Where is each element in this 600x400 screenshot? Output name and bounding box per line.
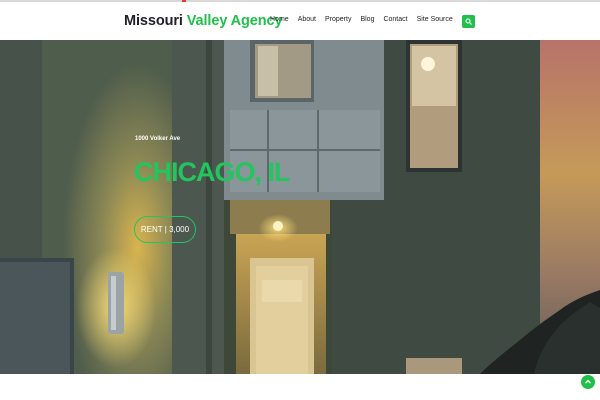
- hero-banner: 1000 Volker Ave CHICAGO, IL RENT | 3,000: [0, 40, 600, 374]
- main-nav: Home About Property Blog Contact Site So…: [270, 16, 462, 23]
- brand-name-part2: Valley Agency: [186, 13, 283, 29]
- search-button[interactable]: [462, 15, 475, 28]
- hero-background-image: [0, 40, 600, 374]
- hero-city-title: CHICAGO, IL: [134, 157, 290, 187]
- hero-address: 1000 Volker Ave: [135, 136, 181, 142]
- footer-band: [0, 374, 600, 400]
- nav-item-property[interactable]: Property: [325, 16, 351, 23]
- brand-logo[interactable]: Missouri Valley Agency: [124, 13, 283, 29]
- site-header: Missouri Valley Agency Home About Proper…: [0, 2, 600, 40]
- nav-item-about[interactable]: About: [298, 16, 316, 23]
- search-icon: [465, 18, 472, 25]
- brand-name-part1: Missouri: [124, 13, 183, 29]
- nav-item-blog[interactable]: Blog: [360, 16, 374, 23]
- back-to-top-button[interactable]: [581, 375, 595, 389]
- nav-item-site-source[interactable]: Site Source: [417, 16, 453, 23]
- nav-item-home[interactable]: Home: [270, 16, 289, 23]
- chevron-up-icon: [584, 379, 592, 384]
- rent-price-button[interactable]: RENT | 3,000: [134, 216, 196, 243]
- nav-item-contact[interactable]: Contact: [383, 16, 407, 23]
- rent-price-label: RENT | 3,000: [140, 225, 190, 234]
